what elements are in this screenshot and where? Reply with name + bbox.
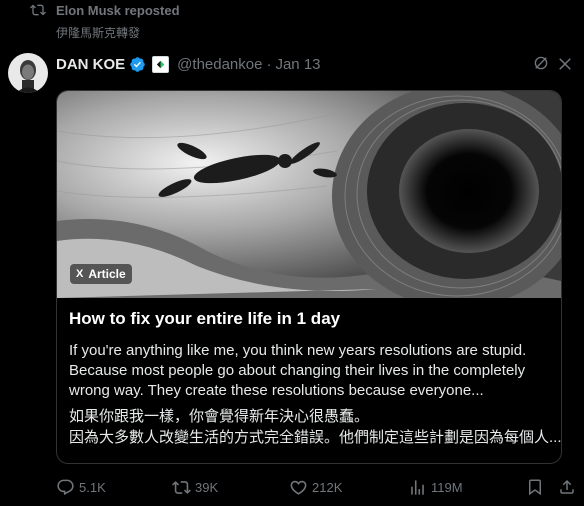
author-name[interactable]: DAN KOE — [56, 56, 125, 73]
repost-count: 39K — [195, 480, 219, 495]
bookmark-icon[interactable] — [526, 478, 544, 496]
repost-icon — [172, 481, 191, 494]
repost-indicator: Elon Musk reposted — [30, 0, 180, 20]
avatar[interactable] — [8, 53, 48, 93]
heart-icon — [290, 480, 307, 495]
repost-translation: 伊隆馬斯克轉發 — [56, 26, 141, 40]
article-translation: 如果你跟我一樣，你會覺得新年決心很愚蠢。 因為大多數人改變生活的方式完全錯誤。他… — [69, 406, 562, 448]
views-button[interactable]: 119M — [408, 478, 463, 497]
x-logo-icon: X — [76, 268, 84, 280]
affiliate-badge-icon[interactable] — [152, 55, 170, 73]
article-cover-image — [57, 91, 561, 298]
share-icon[interactable] — [558, 478, 576, 496]
article-badge: X Article — [70, 264, 132, 284]
translation-line-1: 如果你跟我一樣，你會覺得新年決心很愚蠢。 — [69, 408, 370, 425]
more-options-icon[interactable] — [556, 55, 574, 73]
verified-badge-icon — [130, 56, 145, 72]
article-excerpt: If you're anything like me, you think ne… — [69, 342, 527, 399]
article-badge-label: Article — [88, 267, 126, 281]
views-count: 119M — [431, 480, 463, 495]
translation-line-2: 因為大多數人改變生活的方式完全錯誤。他們制定這些計劃是因為每個人... — [69, 429, 562, 446]
action-bar: 5.1K 39K 212K 119M — [56, 478, 584, 500]
article-title[interactable]: How to fix your entire life in 1 day — [69, 309, 340, 329]
grok-icon[interactable] — [532, 54, 550, 72]
views-chart-icon — [411, 480, 424, 495]
author-meta: @thedankoe · Jan 13 — [177, 55, 321, 73]
author-handle[interactable]: @thedankoe — [177, 56, 262, 73]
tweet-header: DAN KOE @thedankoe · Jan 13 — [56, 54, 321, 74]
reply-button[interactable]: 5.1K — [56, 478, 106, 497]
like-count: 212K — [312, 480, 343, 495]
repost-icon — [30, 4, 46, 16]
article-card[interactable]: X Article How to fix your entire life in… — [56, 90, 562, 464]
reply-icon — [57, 479, 74, 496]
reply-count: 5.1K — [79, 480, 106, 495]
like-button[interactable]: 212K — [289, 478, 342, 497]
post-date[interactable]: Jan 13 — [275, 56, 320, 73]
repost-label[interactable]: Elon Musk reposted — [56, 3, 180, 18]
repost-button[interactable]: 39K — [172, 478, 218, 497]
